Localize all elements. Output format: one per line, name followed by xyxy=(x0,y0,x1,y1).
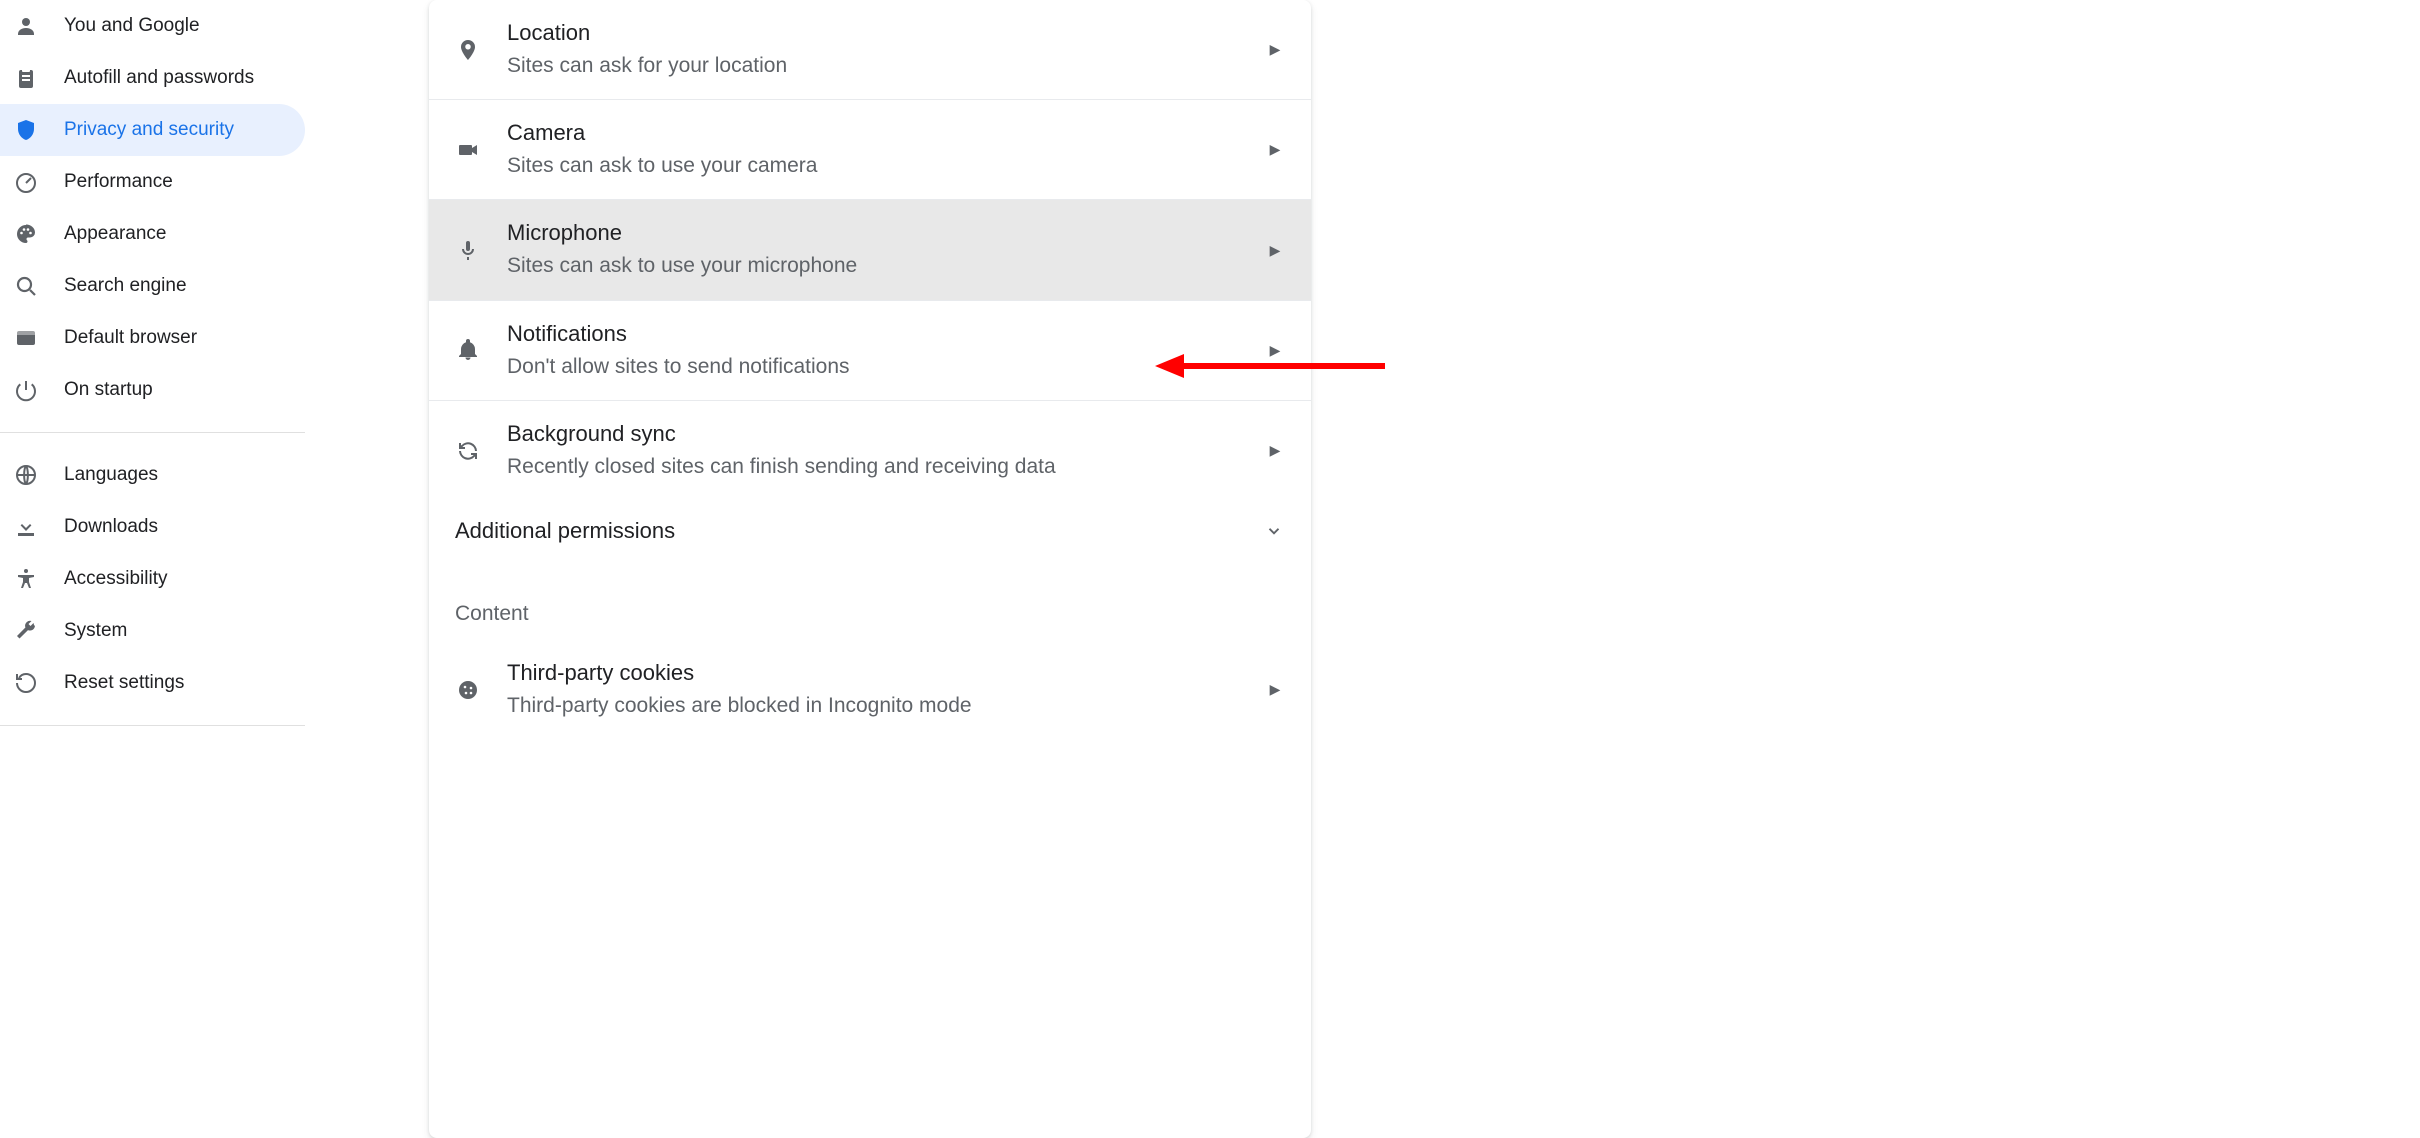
sidebar-item-downloads[interactable]: Downloads xyxy=(0,501,305,553)
permission-row-microphone[interactable]: Microphone Sites can ask to use your mic… xyxy=(429,200,1311,300)
permission-title: Location xyxy=(507,18,1265,49)
sidebar-item-label: Search engine xyxy=(64,275,187,297)
permission-title: Camera xyxy=(507,118,1265,149)
sidebar-item-privacy[interactable]: Privacy and security xyxy=(0,104,305,156)
content-row-title: Third-party cookies xyxy=(507,658,1265,689)
person-icon xyxy=(14,14,38,38)
sidebar-item-startup[interactable]: On startup xyxy=(0,364,305,416)
sidebar-item-you-google[interactable]: You and Google xyxy=(0,0,305,52)
sidebar-item-accessibility[interactable]: Accessibility xyxy=(0,553,305,605)
sidebar-item-label: On startup xyxy=(64,379,153,401)
sync-icon xyxy=(455,438,481,464)
globe-icon xyxy=(14,463,38,487)
sidebar-item-reset[interactable]: Reset settings xyxy=(0,657,305,709)
additional-permissions-row[interactable]: Additional permissions xyxy=(429,500,1311,562)
permission-subtitle: Sites can ask for your location xyxy=(507,51,1265,81)
chevron-right-icon: ▶ xyxy=(1265,342,1285,359)
sidebar-item-label: Appearance xyxy=(64,223,166,245)
permission-title: Notifications xyxy=(507,319,1265,350)
content-row-cookies[interactable]: Third-party cookies Third-party cookies … xyxy=(429,640,1311,739)
search-icon xyxy=(14,274,38,298)
sidebar-item-autofill[interactable]: Autofill and passwords xyxy=(0,52,305,104)
sidebar-item-default-browser[interactable]: Default browser xyxy=(0,312,305,364)
sidebar-item-appearance[interactable]: Appearance xyxy=(0,208,305,260)
content-section-header: Content xyxy=(429,562,1311,640)
sidebar-item-label: System xyxy=(64,620,127,642)
sidebar-item-label: Autofill and passwords xyxy=(64,67,254,89)
clipboard-icon xyxy=(14,66,38,90)
sidebar-item-label: Accessibility xyxy=(64,568,167,590)
cookie-icon xyxy=(455,677,481,703)
permission-row-notifications[interactable]: Notifications Don't allow sites to send … xyxy=(429,301,1311,401)
permission-title: Microphone xyxy=(507,218,1265,249)
accessibility-icon xyxy=(14,567,38,591)
sidebar-item-performance[interactable]: Performance xyxy=(0,156,305,208)
bell-icon xyxy=(455,337,481,363)
browser-icon xyxy=(14,326,38,350)
permission-subtitle: Don't allow sites to send notifications xyxy=(507,352,1265,382)
sidebar-item-label: Performance xyxy=(64,171,173,193)
permission-row-camera[interactable]: Camera Sites can ask to use your camera … xyxy=(429,100,1311,200)
content-row-subtitle: Third-party cookies are blocked in Incog… xyxy=(507,691,1265,721)
chevron-right-icon: ▶ xyxy=(1265,41,1285,58)
permission-row-location[interactable]: Location Sites can ask for your location… xyxy=(429,0,1311,100)
sidebar-item-label: Reset settings xyxy=(64,672,184,694)
camera-icon xyxy=(455,137,481,163)
speedometer-icon xyxy=(14,170,38,194)
permission-subtitle: Sites can ask to use your microphone xyxy=(507,251,1265,281)
sidebar-item-languages[interactable]: Languages xyxy=(0,449,305,501)
chevron-down-icon xyxy=(1265,522,1285,540)
sidebar-item-label: Languages xyxy=(64,464,158,486)
sidebar-item-label: You and Google xyxy=(64,15,200,37)
chevron-right-icon: ▶ xyxy=(1265,442,1285,459)
sidebar-divider xyxy=(0,725,305,726)
chevron-right-icon: ▶ xyxy=(1265,242,1285,259)
location-icon xyxy=(455,37,481,63)
shield-icon xyxy=(14,118,38,142)
restore-icon xyxy=(14,671,38,695)
settings-sidebar: You and Google Autofill and passwords Pr… xyxy=(0,0,305,1138)
permission-title: Background sync xyxy=(507,419,1265,450)
additional-permissions-label: Additional permissions xyxy=(455,518,1265,544)
sidebar-item-label: Default browser xyxy=(64,327,197,349)
palette-icon xyxy=(14,222,38,246)
sidebar-item-label: Privacy and security xyxy=(64,119,234,141)
permission-subtitle: Sites can ask to use your camera xyxy=(507,151,1265,181)
sidebar-item-search[interactable]: Search engine xyxy=(0,260,305,312)
download-icon xyxy=(14,515,38,539)
chevron-right-icon: ▶ xyxy=(1265,681,1285,698)
mic-icon xyxy=(455,237,481,263)
site-settings-card: Location Sites can ask for your location… xyxy=(429,0,1311,1138)
sidebar-item-label: Downloads xyxy=(64,516,158,538)
chevron-right-icon: ▶ xyxy=(1265,141,1285,158)
permission-subtitle: Recently closed sites can finish sending… xyxy=(507,452,1265,482)
sidebar-item-system[interactable]: System xyxy=(0,605,305,657)
wrench-icon xyxy=(14,619,38,643)
permission-row-bgsync[interactable]: Background sync Recently closed sites ca… xyxy=(429,401,1311,500)
power-icon xyxy=(14,378,38,402)
settings-content: Location Sites can ask for your location… xyxy=(305,0,2420,1138)
sidebar-divider xyxy=(0,432,305,433)
